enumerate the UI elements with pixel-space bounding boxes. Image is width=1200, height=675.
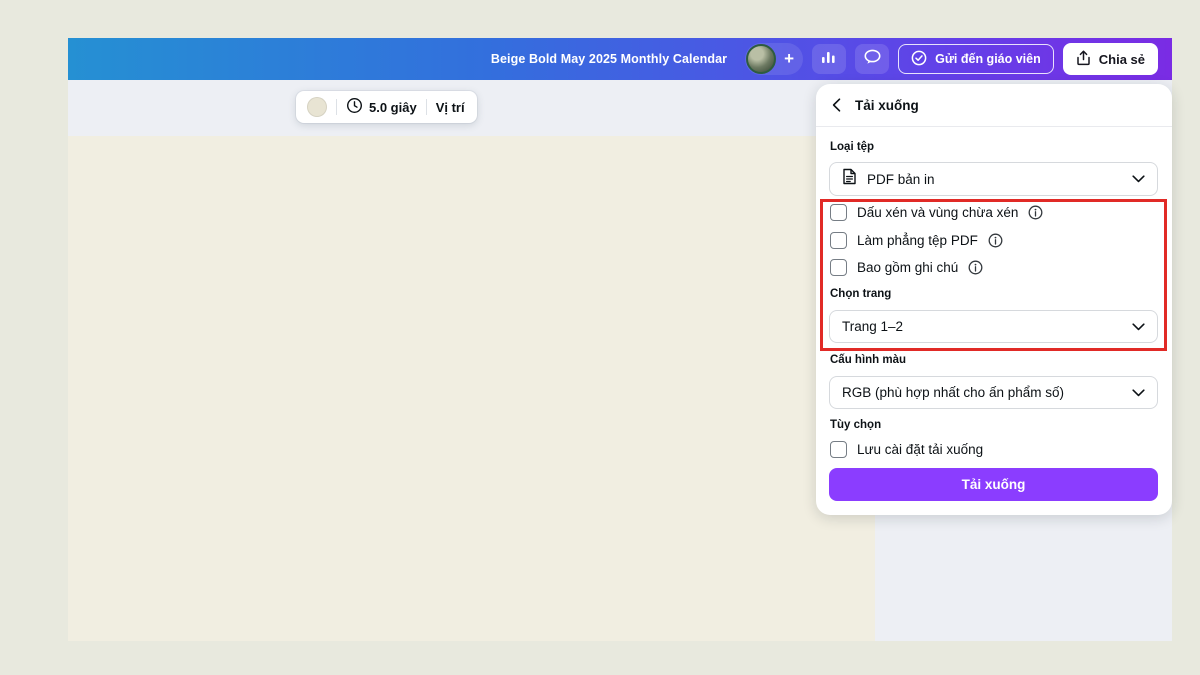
select-pages-dropdown[interactable]: Trang 1–2	[829, 310, 1158, 343]
position-control[interactable]: Vị trí	[436, 100, 465, 115]
panel-title: Tải xuống	[855, 98, 919, 113]
send-to-teacher-button[interactable]: Gửi đến giáo viên	[898, 44, 1054, 74]
share-upload-icon	[1076, 50, 1091, 69]
element-toolbar: 5.0 giây Vị trí	[296, 91, 477, 123]
download-panel: Tải xuống Loại tệp PDF bản in Dấu xén và	[816, 84, 1172, 515]
save-settings-label: Lưu cài đặt tải xuống	[857, 442, 983, 457]
back-chevron-icon[interactable]	[832, 98, 841, 112]
editor-area: 5.0 giây Vị trí	[68, 80, 875, 641]
crop-marks-label: Dấu xén và vùng chừa xén	[857, 205, 1018, 220]
bar-chart-icon	[820, 49, 838, 70]
pdf-document-icon	[842, 168, 857, 190]
app-window: Beige Bold May 2025 Monthly Calendar +	[68, 38, 1172, 641]
crop-marks-checkbox-row[interactable]: Dấu xén và vùng chừa xén	[830, 202, 1158, 222]
avatar[interactable]	[746, 44, 776, 74]
toolbar-divider	[426, 99, 427, 115]
header-actions: +	[745, 43, 1158, 75]
color-profile-value: RGB (phù hợp nhất cho ấn phẩm số)	[842, 385, 1122, 400]
toolbar-divider	[336, 99, 337, 115]
file-type-label: Loại tệp	[830, 141, 874, 153]
share-label: Chia sẻ	[1099, 52, 1145, 67]
duration-control[interactable]: 5.0 giây	[346, 97, 417, 117]
flatten-pdf-checkbox-row[interactable]: Làm phẳng tệp PDF	[830, 230, 1158, 250]
chevron-down-icon	[1132, 323, 1145, 331]
flatten-pdf-label: Làm phẳng tệp PDF	[857, 233, 978, 248]
file-type-dropdown[interactable]: PDF bản in	[829, 162, 1158, 196]
color-profile-label: Cấu hình màu	[830, 354, 906, 366]
avatar-group: +	[745, 43, 803, 75]
color-swatch[interactable]	[307, 97, 327, 117]
clock-icon	[346, 97, 363, 117]
send-to-teacher-label: Gửi đến giáo viên	[935, 52, 1041, 66]
comments-button[interactable]	[855, 44, 889, 74]
check-circle-icon	[911, 50, 927, 69]
crop-marks-checkbox[interactable]	[830, 204, 847, 221]
chevron-down-icon	[1132, 175, 1145, 183]
info-icon[interactable]	[988, 233, 1003, 248]
duration-label: 5.0 giây	[369, 100, 417, 115]
position-label: Vị trí	[436, 100, 465, 115]
insights-button[interactable]	[812, 44, 846, 74]
options-label: Tùy chọn	[830, 419, 881, 431]
include-notes-checkbox[interactable]	[830, 259, 847, 276]
flatten-pdf-checkbox[interactable]	[830, 232, 847, 249]
header-bar: Beige Bold May 2025 Monthly Calendar +	[68, 38, 1172, 80]
share-button[interactable]: Chia sẻ	[1063, 43, 1158, 75]
chevron-down-icon	[1132, 389, 1145, 397]
select-pages-value: Trang 1–2	[842, 319, 1122, 334]
include-notes-checkbox-row[interactable]: Bao gồm ghi chú	[830, 257, 1158, 277]
download-panel-header: Tải xuống	[816, 84, 1172, 127]
download-button[interactable]: Tải xuống	[829, 468, 1158, 501]
include-notes-label: Bao gồm ghi chú	[857, 260, 958, 275]
document-title: Beige Bold May 2025 Monthly Calendar	[491, 52, 727, 66]
info-icon[interactable]	[1028, 205, 1043, 220]
save-settings-checkbox[interactable]	[830, 441, 847, 458]
info-icon[interactable]	[968, 260, 983, 275]
add-collaborator-button[interactable]: +	[776, 45, 802, 73]
save-settings-checkbox-row[interactable]: Lưu cài đặt tải xuống	[830, 439, 1158, 459]
select-pages-label: Chọn trang	[830, 288, 891, 300]
comment-bubble-icon	[863, 49, 882, 70]
color-profile-dropdown[interactable]: RGB (phù hợp nhất cho ấn phẩm số)	[829, 376, 1158, 409]
file-type-value: PDF bản in	[867, 172, 1122, 187]
design-canvas[interactable]	[68, 136, 875, 641]
